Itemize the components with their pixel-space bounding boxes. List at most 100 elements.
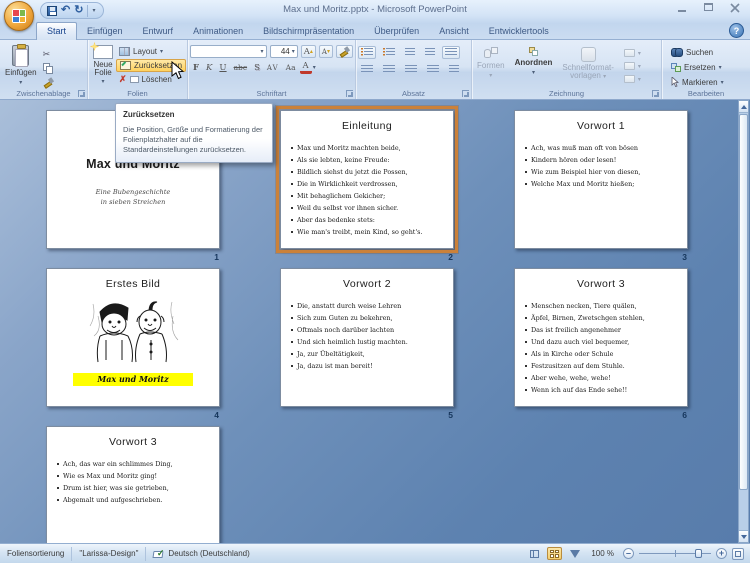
bullet-list-button[interactable] — [358, 46, 376, 59]
justify-button[interactable] — [424, 63, 442, 76]
scroll-up-button[interactable] — [739, 101, 748, 113]
align-center-icon — [383, 65, 395, 74]
slide-bullet: Die in Wirklichkeit verdrossen, — [290, 178, 450, 190]
tab-bildschirmpräsentation[interactable]: Bildschirmpräsentation — [253, 23, 364, 40]
align-center-button[interactable] — [380, 63, 398, 76]
clipboard-dialog-launcher[interactable] — [78, 90, 85, 97]
zoom-slider[interactable] — [639, 548, 711, 559]
slide-thumbnail[interactable]: Einleitung Max und Moritz machten beide,… — [280, 110, 454, 249]
zoom-out-button[interactable]: – — [623, 548, 634, 559]
arrange-icon — [529, 47, 538, 56]
tab-entwicklertools[interactable]: Entwicklertools — [479, 23, 559, 40]
drawing-dialog-launcher[interactable] — [652, 90, 659, 97]
slide-bullets: Ach, das war ein schlimmes Ding,Wie es M… — [56, 458, 216, 506]
view-name-status[interactable]: Foliensortierung — [0, 547, 72, 561]
font-size-combo[interactable]: 44 ▾ — [270, 45, 298, 58]
text-shadow-button[interactable]: S — [251, 61, 263, 74]
line-spacing-button[interactable] — [442, 46, 460, 59]
slideshow-view-button[interactable] — [567, 547, 582, 560]
slide-thumbnail[interactable]: Vorwort 2 Die, anstatt durch weise Lehre… — [280, 268, 454, 407]
paste-button[interactable]: Einfügen ▾ — [2, 42, 40, 86]
slide-thumbnail[interactable]: Vorwort 3 Menschen necken, Tiere quälen,… — [514, 268, 688, 407]
tab-ansicht[interactable]: Ansicht — [429, 23, 479, 40]
format-painter-icon — [43, 77, 54, 88]
fit-to-window-button[interactable] — [732, 548, 744, 560]
reset-tooltip: Zurücksetzen Die Position, Größe und For… — [115, 103, 273, 163]
columns-button[interactable] — [446, 63, 462, 76]
shapes-button[interactable]: Formen ▾ — [474, 44, 508, 86]
group-label-zwischenablage: Zwischenablage — [0, 89, 87, 98]
align-left-button[interactable] — [358, 63, 376, 76]
font-color-dropdown-icon[interactable]: ▾ — [313, 64, 316, 71]
slide-bullet: Wie es Max und Moritz ging! — [56, 470, 216, 482]
copy-button[interactable] — [40, 62, 57, 75]
slide-banner: Max und Moritz — [73, 373, 193, 386]
format-painter-button[interactable] — [40, 76, 57, 89]
design-name-status[interactable]: "Larissa-Design" — [72, 547, 146, 561]
language-status[interactable]: ✓ Deutsch (Deutschland) — [146, 547, 256, 561]
increase-indent-button[interactable] — [422, 46, 438, 59]
decrease-indent-button[interactable] — [402, 46, 418, 59]
font-size-value: 44 — [281, 47, 290, 56]
slide-bullet: Und sich heimlich lustig machten. — [290, 336, 450, 348]
italic-button[interactable]: K — [203, 61, 215, 74]
underline-button[interactable]: U — [216, 61, 229, 74]
new-slide-icon — [93, 45, 113, 59]
help-button[interactable]: ? — [729, 23, 744, 38]
slide-thumbnail[interactable]: Erstes Bild — [46, 268, 220, 407]
shape-outline-button[interactable]: ▾ — [621, 61, 644, 71]
strikethrough-button[interactable]: abc — [231, 61, 250, 74]
slide-bullets: Max und Moritz machten beide,Als sie leb… — [290, 142, 450, 238]
tab-überprüfen[interactable]: Überprüfen — [364, 23, 429, 40]
quick-styles-button[interactable]: Schnellformat- vorlagen ▾ — [559, 44, 617, 86]
tab-animationen[interactable]: Animationen — [183, 23, 253, 40]
scrollbar-thumb[interactable] — [739, 114, 748, 490]
vertical-scrollbar[interactable] — [738, 100, 749, 543]
normal-view-button[interactable] — [527, 547, 542, 560]
replace-button[interactable]: Ersetzen ▾ — [668, 60, 748, 74]
close-button[interactable] — [728, 3, 742, 13]
layout-button[interactable]: Layout ▾ — [116, 45, 186, 58]
slide-bullet: Abgemalt und aufgeschrieben. — [56, 494, 216, 506]
ribbon-tab-row: StartEinfügenEntwurfAnimationenBildschir… — [36, 21, 559, 40]
slide-thumbnail[interactable]: Vorwort 1 Ach, was muß man oft von bösen… — [514, 110, 688, 249]
cut-button[interactable]: ✂ — [40, 48, 57, 61]
numbered-list-button[interactable] — [380, 46, 398, 59]
select-button[interactable]: Markieren ▾ — [668, 75, 748, 89]
font-color-button[interactable]: A — [300, 62, 312, 74]
tab-einfügen[interactable]: Einfügen — [77, 23, 133, 40]
slide-sorter-icon — [550, 550, 559, 558]
slide-bullets: Menschen necken, Tiere quälen,Äpfel, Bir… — [524, 300, 684, 396]
font-name-combo[interactable]: ▾ — [190, 45, 267, 58]
paste-label: Einfügen — [5, 68, 37, 77]
shape-effects-button[interactable]: ▾ — [621, 74, 644, 84]
slide-sorter-view-button[interactable] — [547, 547, 562, 560]
slide-bullet: Bildlich siehst du jetzt die Possen, — [290, 166, 450, 178]
new-slide-dropdown-icon: ▾ — [101, 79, 104, 85]
grow-font-button[interactable]: A▴ — [301, 45, 316, 58]
minimize-button[interactable] — [676, 3, 690, 13]
character-spacing-button[interactable]: AV — [264, 61, 282, 74]
font-dialog-launcher[interactable] — [346, 90, 353, 97]
paragraph-dialog-launcher[interactable] — [462, 90, 469, 97]
slide-thumbnail[interactable]: Vorwort 3 Ach, das war ein schlimmes Din… — [46, 426, 220, 543]
scroll-down-button[interactable] — [739, 530, 748, 542]
change-case-button[interactable]: Aa — [283, 61, 299, 74]
tab-start[interactable]: Start — [36, 22, 77, 40]
shape-fill-button[interactable]: ▾ — [621, 48, 644, 58]
columns-icon — [449, 65, 459, 74]
find-button[interactable]: Suchen — [668, 45, 748, 59]
statusbar-right: 100 % – + — [527, 547, 750, 560]
new-slide-button[interactable]: Neue Folie ▾ — [90, 42, 116, 86]
restore-button[interactable] — [702, 3, 716, 13]
zoom-in-button[interactable]: + — [716, 548, 727, 559]
slide-bullet: Oftmals noch darüber lachten — [290, 324, 450, 336]
tab-entwurf[interactable]: Entwurf — [133, 23, 184, 40]
zoom-slider-thumb[interactable] — [695, 549, 702, 558]
shrink-font-button[interactable]: A▾ — [319, 45, 333, 58]
bold-button[interactable]: F — [190, 61, 202, 74]
clear-formatting-button[interactable] — [336, 45, 353, 58]
arrange-button[interactable]: Anordnen ▾ — [512, 44, 556, 86]
align-right-button[interactable] — [402, 63, 420, 76]
slide-bullet: Als sie lebten, keine Freude: — [290, 154, 450, 166]
